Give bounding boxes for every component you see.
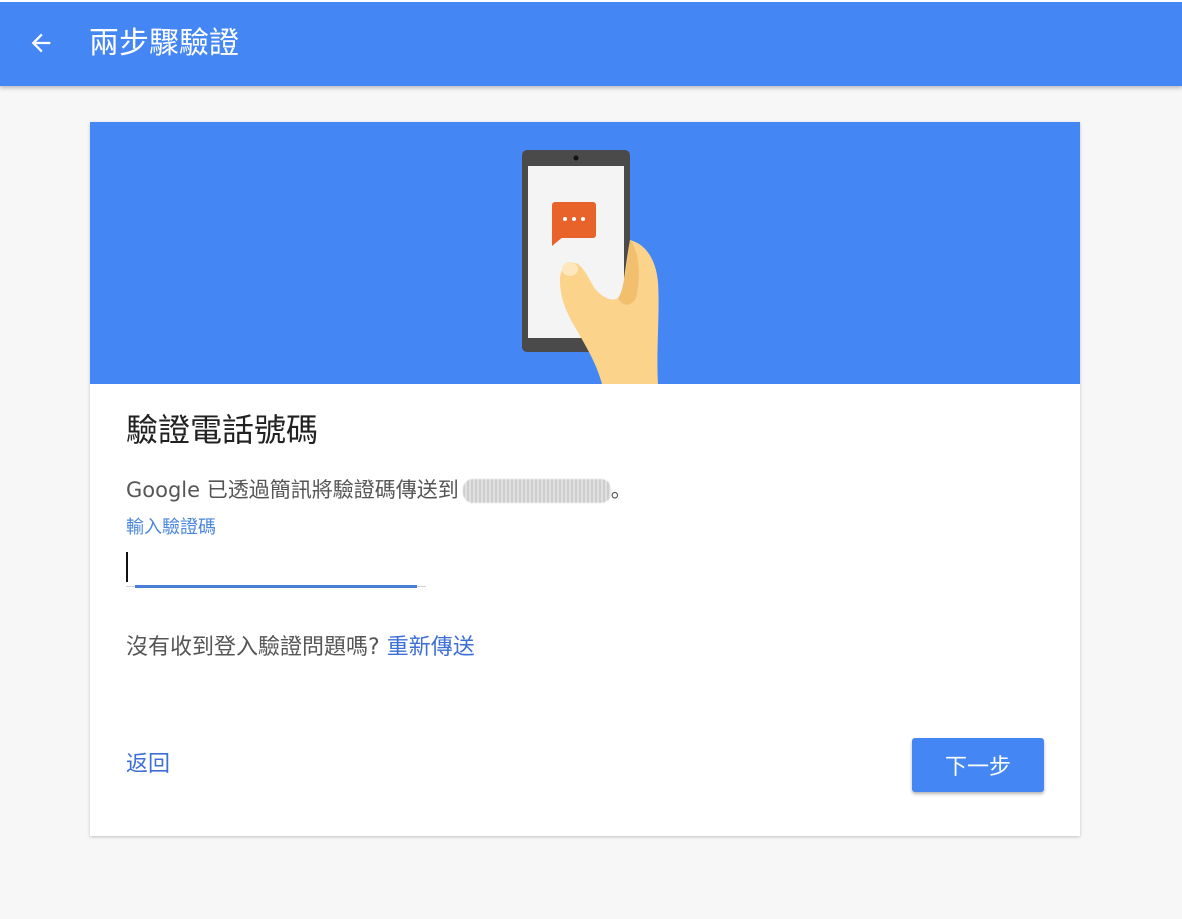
sent-message: Google 已透過簡訊將驗證碼傳送到 。 <box>126 476 632 504</box>
card-heading: 驗證電話號碼 <box>126 411 319 449</box>
sent-message-suffix: 。 <box>610 478 632 502</box>
resend-link[interactable]: 重新傳送 <box>387 635 475 660</box>
hero-illustration-banner <box>90 122 1080 384</box>
input-focus-underline <box>135 585 417 588</box>
page-title: 兩步驟驗證 <box>89 26 239 61</box>
back-button[interactable]: 返回 <box>126 750 170 780</box>
phone-with-message-icon <box>522 150 659 384</box>
back-arrow-button[interactable] <box>22 24 60 62</box>
code-field-label: 輸入驗證碼 <box>126 517 216 538</box>
text-caret <box>126 552 128 582</box>
sent-message-text: Google 已透過簡訊將驗證碼傳送到 <box>126 478 459 502</box>
redacted-phone-number <box>462 479 611 503</box>
verification-code-input[interactable] <box>126 550 426 586</box>
arrow-left-icon <box>31 33 51 53</box>
resend-prompt: 沒有收到登入驗證問題嗎? <box>126 635 380 660</box>
next-button[interactable]: 下一步 <box>912 738 1044 792</box>
resend-row: 沒有收到登入驗證問題嗎? 重新傳送 <box>126 633 475 663</box>
verification-card: 驗證電話號碼 Google 已透過簡訊將驗證碼傳送到 。 輸入驗證碼 沒有收到登入… <box>90 122 1080 836</box>
top-app-bar: 兩步驟驗證 <box>0 0 1182 86</box>
